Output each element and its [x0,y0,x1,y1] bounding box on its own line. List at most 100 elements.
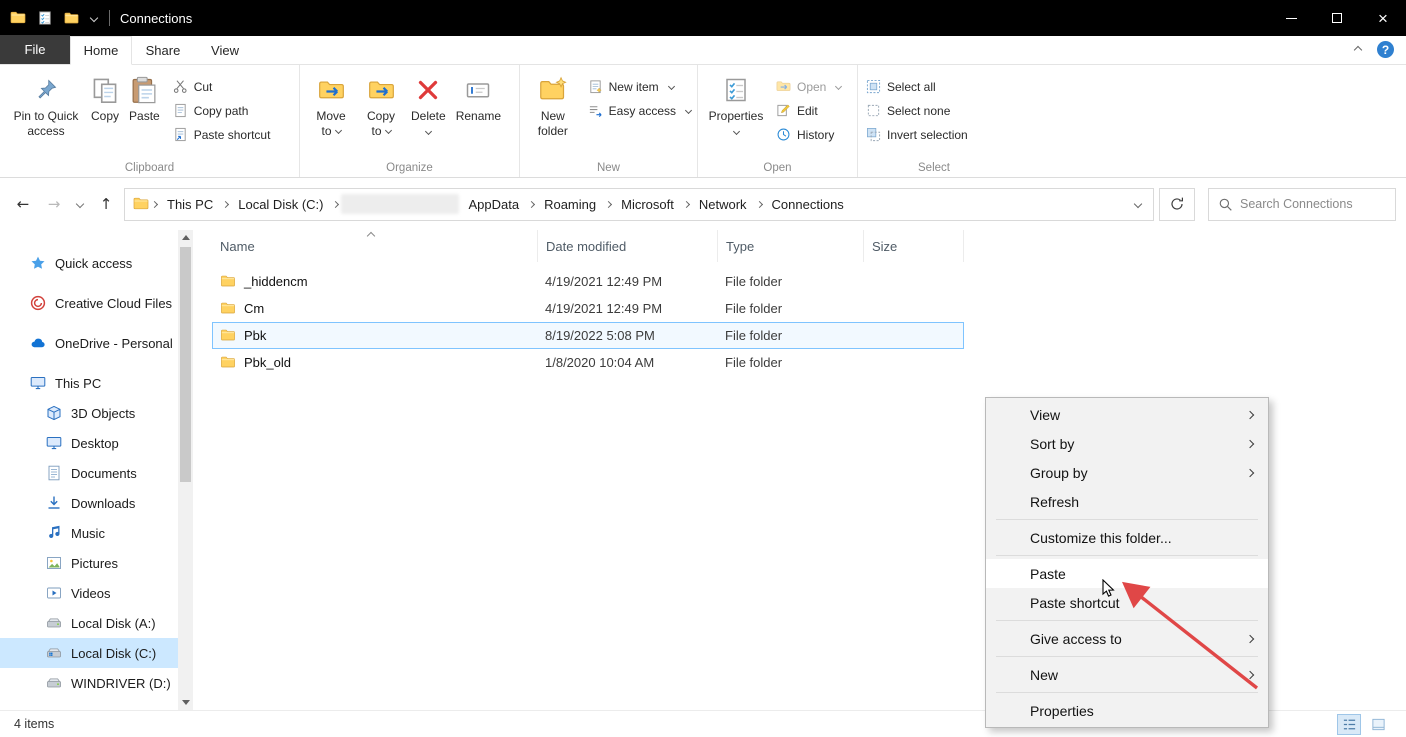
refresh-button[interactable] [1159,187,1195,221]
context-menu-item-properties[interactable]: Properties [986,696,1268,725]
properties-button[interactable]: Properties [705,69,767,136]
context-menu-item-group-by[interactable]: Group by [986,458,1268,487]
sidebar-item-3d-objects[interactable]: 3D Objects [0,398,193,428]
breadcrumb-item[interactable]: Roaming [537,197,603,212]
history-button[interactable]: History [776,127,841,142]
sidebar-item-creative-cloud-files[interactable]: Creative Cloud Files [0,288,193,318]
forward-button[interactable]: → [41,191,67,217]
context-menu-item-view[interactable]: View [986,400,1268,429]
sidebar-item-local-disk-c[interactable]: Local Disk (C:) [0,638,193,668]
breadcrumb-chevron-icon [222,200,230,208]
scroll-thumb[interactable] [180,247,191,482]
search-box[interactable] [1208,187,1396,221]
context-menu-item-new[interactable]: New [986,660,1268,689]
recent-locations-chevron-icon[interactable] [72,199,88,209]
move-to-button[interactable]: Move to [307,69,355,141]
file-row-selected[interactable]: Pbk 8/19/2022 5:08 PM File folder [212,322,964,349]
context-menu-item-customize-this-folder[interactable]: Customize this folder... [986,523,1268,552]
cut-button[interactable]: Cut [173,79,271,94]
breadcrumb-chevron-icon [682,200,690,208]
copy-path-button[interactable]: Copy path [173,103,271,118]
up-button[interactable]: ↑ [93,191,119,217]
rename-button[interactable]: Rename [452,69,505,126]
qat-chevron-down-icon[interactable] [89,13,99,23]
edit-button[interactable]: Edit [776,103,841,118]
paste-shortcut-button[interactable]: Paste shortcut [173,127,270,142]
sidebar-item-desktop[interactable]: Desktop [0,428,193,458]
breadcrumb-item[interactable]: Network [692,197,754,212]
breadcrumb-item-redacted[interactable] [341,194,460,214]
sidebar-item-quick-access[interactable]: Quick access [0,248,193,278]
column-header-size[interactable]: Size [864,230,964,262]
file-row[interactable]: _hiddencm 4/19/2021 12:49 PM File folder [212,268,964,295]
ribbon-group-new: New folder New item Easy access New [520,65,698,177]
new-folder-button[interactable]: New folder [527,69,579,141]
select-all-button[interactable]: Select all [866,79,968,94]
folder-icon [220,328,236,343]
sidebar-item-onedrive[interactable]: OneDrive - Personal [0,328,193,358]
sidebar-item-videos[interactable]: Videos [0,578,193,608]
delete-button[interactable]: Delete [407,69,450,136]
address-dropdown-chevron-icon[interactable] [1131,199,1145,209]
onedrive-cloud-icon [30,335,46,351]
sidebar-item-music[interactable]: Music [0,518,193,548]
copy-button[interactable]: Copy [87,69,123,126]
open-button[interactable]: Open [776,79,843,94]
breadcrumb-chevron-icon [755,200,763,208]
sidebar-item-windriver-d[interactable]: WINDRIVER (D:) [0,668,193,698]
pin-to-quick-access-button[interactable]: Pin to Quick access [7,69,85,141]
close-button[interactable]: × [1360,0,1406,36]
maximize-button[interactable] [1314,0,1360,36]
easy-access-button[interactable]: Easy access [588,103,693,118]
column-header-date-modified[interactable]: Date modified [538,230,718,262]
scroll-up-button[interactable] [178,230,193,245]
breadcrumb-item[interactable]: This PC [160,197,220,212]
file-row[interactable]: Pbk_old 1/8/2020 10:04 AM File folder [212,349,964,376]
breadcrumb-chevron-icon [528,200,536,208]
context-menu-item-paste-shortcut[interactable]: Paste shortcut [986,588,1268,617]
column-header-type[interactable]: Type [718,230,864,262]
qat-new-folder-icon[interactable] [64,11,79,26]
file-row[interactable]: Cm 4/19/2021 12:49 PM File folder [212,295,964,322]
copy-to-button[interactable]: Copy to [357,69,405,141]
details-view-button[interactable] [1337,713,1361,735]
tab-share[interactable]: Share [132,36,194,64]
context-menu-item-refresh[interactable]: Refresh [986,487,1268,516]
invert-selection-button[interactable]: Invert selection [866,127,968,142]
sidebar-item-this-pc[interactable]: This PC [0,368,193,398]
sidebar-item-downloads[interactable]: Downloads [0,488,193,518]
select-none-button[interactable]: Select none [866,103,968,118]
folder-icon [220,274,236,289]
qat-properties-icon[interactable] [38,11,52,25]
help-icon[interactable]: ? [1377,41,1394,58]
breadcrumb-item[interactable]: Microsoft [614,197,681,212]
breadcrumb-item[interactable]: Local Disk (C:) [231,197,330,212]
group-label-organize: Organize [386,162,433,174]
new-item-button[interactable]: New item [588,79,691,94]
sidebar-item-local-disk-a[interactable]: Local Disk (A:) [0,608,193,638]
breadcrumb-item[interactable]: Connections [765,197,851,212]
sidebar-item-documents[interactable]: Documents [0,458,193,488]
context-menu-item-sort-by[interactable]: Sort by [986,429,1268,458]
tab-file[interactable]: File [0,35,70,64]
large-icons-view-button[interactable] [1366,714,1390,735]
breadcrumb[interactable]: This PC Local Disk (C:) AppData Roaming … [124,187,1154,221]
menu-separator [996,620,1258,621]
star-icon [30,255,46,271]
collapse-ribbon-icon[interactable] [1353,45,1363,54]
music-note-icon [46,525,62,541]
scroll-down-button[interactable] [178,695,193,710]
rename-icon [464,78,492,102]
group-label-select: Select [918,162,950,174]
context-menu-item-paste[interactable]: Paste [986,559,1268,588]
search-input[interactable] [1240,197,1386,211]
paste-button[interactable]: Paste [125,69,164,126]
back-button[interactable]: ← [10,191,36,217]
sidebar-item-pictures[interactable]: Pictures [0,548,193,578]
minimize-button[interactable] [1268,0,1314,36]
tab-home[interactable]: Home [70,36,132,65]
breadcrumb-item[interactable]: AppData [461,197,526,212]
context-menu-item-give-access-to[interactable]: Give access to [986,624,1268,653]
windows-drive-icon [46,645,62,661]
tab-view[interactable]: View [194,36,256,64]
